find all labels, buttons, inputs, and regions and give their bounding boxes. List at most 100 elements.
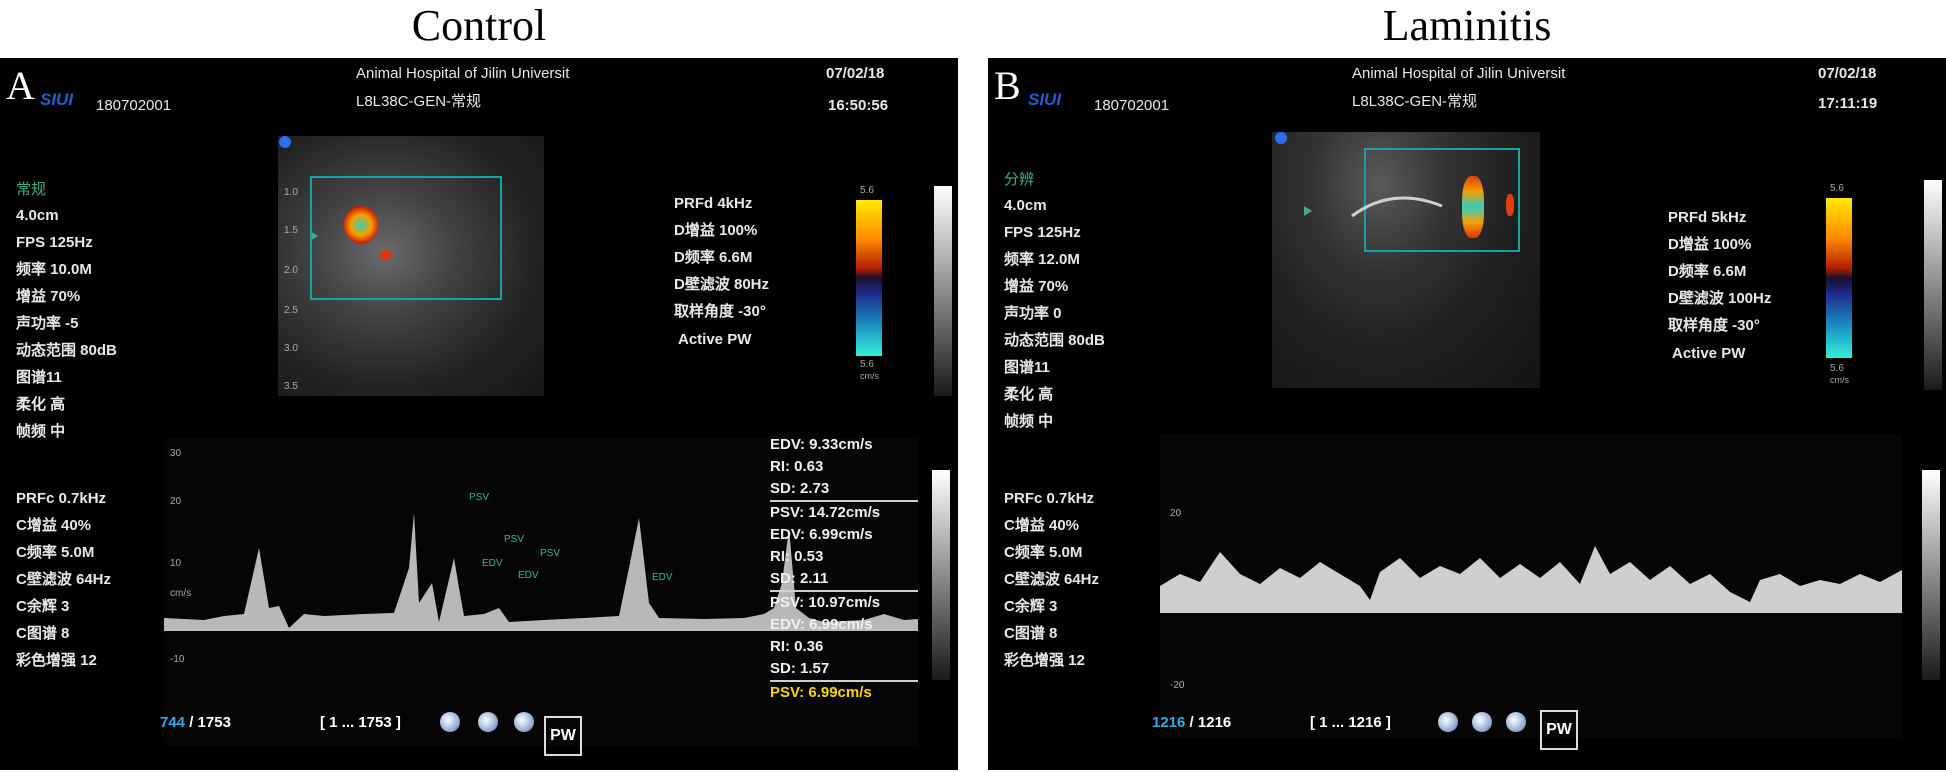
param-depth: 4.0cm: [1004, 197, 1047, 214]
measurement-value: SD: 2.11: [770, 570, 829, 587]
param-cwall: C壁滤波 64Hz: [1004, 571, 1100, 588]
spectrum-tick: cm/s: [170, 588, 192, 599]
param-dfreq: D频率 6.6M: [674, 249, 753, 266]
param-frequency: 频率 12.0M: [1004, 251, 1080, 268]
measurement-value: PSV: 14.72cm/s: [770, 500, 918, 524]
param-prfd: PRFd 5kHz: [1668, 209, 1747, 226]
frame-current: 744: [160, 714, 186, 731]
measurement-value: EDV: 6.99cm/s: [770, 526, 873, 543]
param-smooth: 柔化 高: [16, 396, 66, 413]
param-smooth: 柔化 高: [1004, 386, 1054, 403]
playback-next-button[interactable]: [514, 712, 534, 732]
spectrum-mark: EDV: [482, 558, 503, 569]
colorbar-unit: cm/s: [1830, 375, 1849, 385]
frame-range: [ 1 ... 1753 ]: [320, 714, 401, 731]
param-gain: 增益 70%: [16, 288, 81, 305]
exam-date: 07/02/18: [1818, 65, 1877, 82]
hospital-name: Animal Hospital of Jilin Universit: [356, 65, 570, 82]
measurement-value: RI: 0.63: [770, 458, 824, 475]
playback-play-button[interactable]: [1472, 712, 1492, 732]
color-roi-box[interactable]: [310, 176, 502, 300]
depth-tick: 1.0: [284, 187, 298, 198]
param-cgain: C增益 40%: [16, 517, 92, 534]
param-prfc: PRFc 0.7kHz: [16, 490, 107, 507]
param-frequency: 频率 10.0M: [16, 261, 92, 278]
param-dgain: D增益 100%: [1668, 236, 1752, 253]
param-cfreq: C频率 5.0M: [1004, 544, 1083, 561]
exam-time: 17:11:19: [1818, 95, 1878, 112]
frame-total: / 1753: [189, 714, 231, 731]
color-scale-bar: [1826, 198, 1852, 358]
playback-play-button[interactable]: [478, 712, 498, 732]
measurement-value: RI: 0.36: [770, 638, 824, 655]
param-color-enhance: 彩色增强 12: [1004, 652, 1085, 669]
param-frame-rate: 帧频 中: [1004, 413, 1054, 430]
spectrum-mark: PSV: [504, 534, 524, 545]
device-logo: SIUI: [1028, 90, 1062, 109]
measurement-value: EDV: 6.99cm/s: [770, 616, 873, 633]
depth-tick: 3.5: [284, 381, 298, 392]
param-dwall: D壁滤波 100Hz: [1668, 290, 1772, 307]
spectrum-tick: 10: [170, 558, 182, 569]
param-cmap: C图谱 8: [16, 625, 70, 642]
param-power: 声功率 -5: [16, 315, 79, 332]
gray-scale-bar-bottom: [1922, 470, 1940, 680]
depth-tick: 1.5: [284, 225, 298, 236]
playback-next-button[interactable]: [1506, 712, 1526, 732]
patient-id: 180702001: [96, 97, 172, 114]
frame-total: / 1216: [1189, 714, 1232, 731]
pw-mode-button[interactable]: PW: [1540, 710, 1578, 750]
doppler-spectrum: [1160, 434, 1902, 738]
frame-range: [ 1 ... 1216 ]: [1310, 714, 1391, 731]
playback-prev-button[interactable]: [440, 712, 460, 732]
control-title: Control: [411, 1, 547, 50]
active-mode: Active PW: [678, 331, 752, 348]
spectrum-tick: -20: [1170, 680, 1185, 691]
spectrum-mark: EDV: [652, 572, 673, 583]
param-dynamic-range: 动态范围 80dB: [16, 342, 117, 359]
colorbar-bottom-label: 5.6: [860, 359, 874, 370]
patient-id: 180702001: [1094, 97, 1170, 114]
param-frame-rate: 帧频 中: [16, 423, 66, 440]
ultrasound-panel-control: SIUI A 180702001 Animal Hospital of Jili…: [0, 58, 958, 770]
param-fps: FPS 125Hz: [1004, 224, 1081, 241]
param-map: 图谱11: [1004, 359, 1050, 376]
param-color-enhance: 彩色增强 12: [16, 652, 97, 669]
gray-scale-bar-top: [1924, 180, 1942, 390]
param-fps: FPS 125Hz: [16, 234, 93, 251]
measurement-psv-highlight: PSV: 6.99cm/s: [770, 680, 918, 704]
spectrum-mark: EDV: [518, 570, 539, 581]
device-logo: SIUI: [40, 90, 74, 109]
frame-counter: 744 / 1753: [160, 714, 231, 731]
measurement-value: RI: 0.53: [770, 548, 824, 565]
param-power: 声功率 0: [1004, 305, 1062, 322]
param-cpersist: C余辉 3: [16, 598, 70, 615]
spectrum-tick: 20: [1170, 508, 1182, 519]
param-cmap: C图谱 8: [1004, 625, 1058, 642]
preset-label: 常规: [16, 181, 47, 198]
playback-prev-button[interactable]: [1438, 712, 1458, 732]
measurement-value: PSV: 10.97cm/s: [770, 590, 918, 614]
hospital-name: Animal Hospital of Jilin Universit: [1352, 65, 1566, 82]
doppler-params: PRFd 5kHz D增益 100% D频率 6.6M D壁滤波 100Hz 取…: [1668, 210, 1771, 345]
color-flow-spot: [1462, 176, 1484, 238]
color-scale-bar: [856, 200, 882, 356]
panel-label: A: [6, 63, 35, 108]
colorbar-bottom-label: 5.6: [1830, 363, 1844, 374]
probe-marker: [279, 136, 291, 148]
param-cwall: C壁滤波 64Hz: [16, 571, 112, 588]
param-prfd: PRFd 4kHz: [674, 195, 753, 212]
colorbar-unit: cm/s: [860, 371, 879, 381]
panel-label: B: [994, 63, 1021, 108]
pw-mode-button[interactable]: PW: [544, 716, 582, 756]
exam-date: 07/02/18: [826, 65, 885, 82]
active-mode: Active PW: [1672, 345, 1746, 362]
frame-counter: 1216 / 1216: [1152, 714, 1231, 731]
param-angle: 取样角度 -30°: [1668, 317, 1760, 334]
doppler-params: PRFd 4kHz D增益 100% D频率 6.6M D壁滤波 80Hz 取样…: [674, 196, 769, 331]
measurement-value: EDV: 9.33cm/s: [770, 436, 873, 453]
param-cfreq: C频率 5.0M: [16, 544, 95, 561]
measurement-value: SD: 2.73: [770, 480, 830, 497]
tissue-echo: [1351, 196, 1443, 218]
param-cgain: C增益 40%: [1004, 517, 1080, 534]
